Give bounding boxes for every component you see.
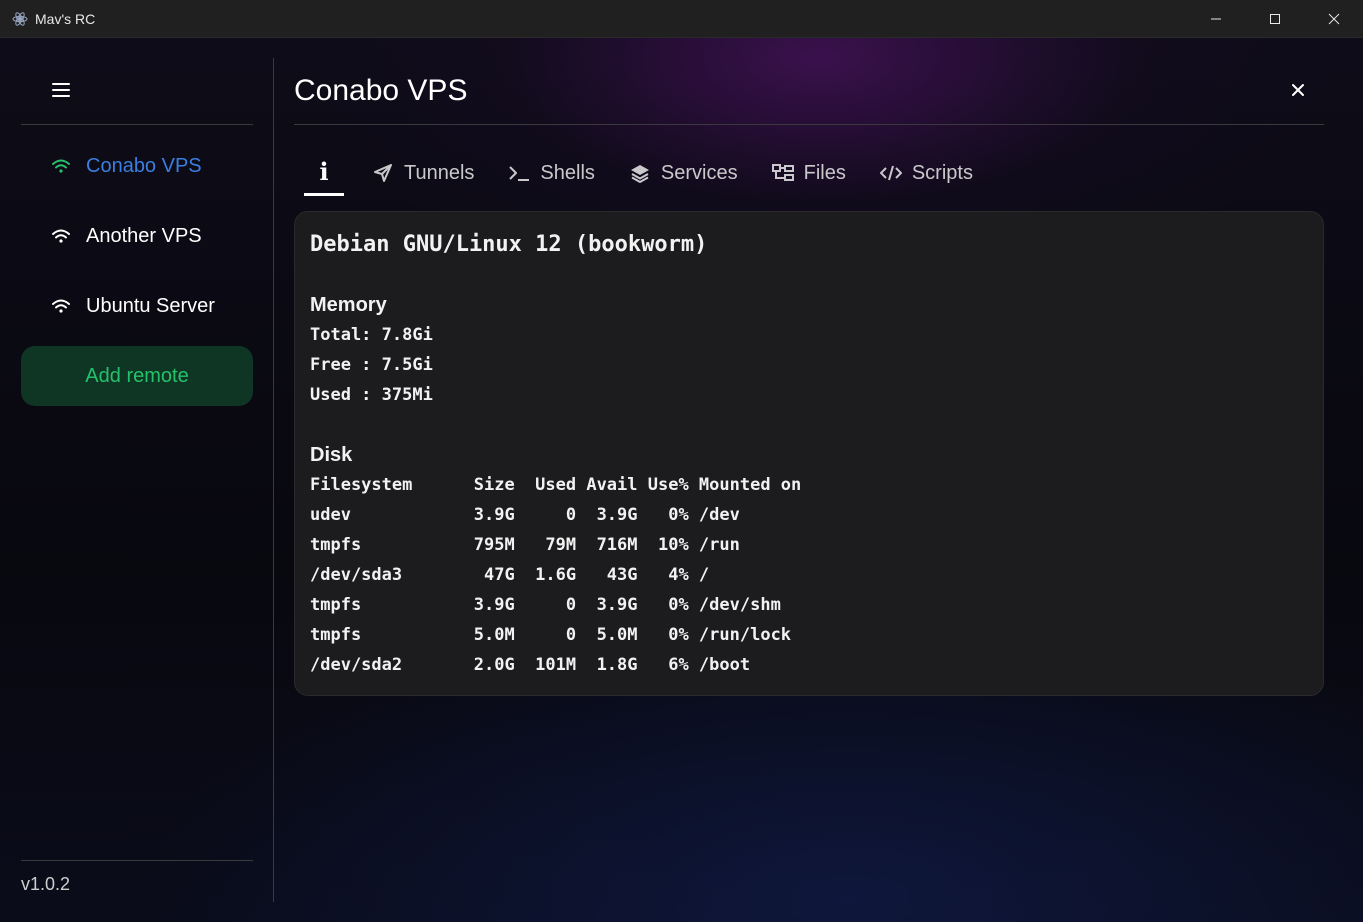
window-close-button[interactable] <box>1304 0 1363 38</box>
wifi-icon <box>52 299 70 313</box>
wifi-icon <box>52 229 70 243</box>
tab-tunnels[interactable]: Tunnels <box>372 150 474 196</box>
add-remote-button[interactable]: Add remote <box>21 346 253 406</box>
disk-header-row: Filesystem Size Used Avail Use% Mounted … <box>310 475 802 495</box>
sidebar-item-another-vps[interactable]: Another VPS <box>21 206 253 266</box>
disk-row: tmpfs 3.9G 0 3.9G 0% /dev/shm <box>310 595 781 615</box>
info-icon: i <box>319 157 329 186</box>
close-icon <box>1292 84 1304 96</box>
close-remote-button[interactable] <box>1288 80 1308 100</box>
maximize-icon <box>1269 14 1280 24</box>
sidebar-item-ubuntu-server[interactable]: Ubuntu Server <box>21 276 253 336</box>
tab-bar: i Tunnels Shells Services Files Scripts <box>304 150 1007 196</box>
tab-label: Shells <box>540 161 595 184</box>
minimize-icon <box>1210 18 1221 20</box>
sidebar: Conabo VPS Another VPS Ubuntu Server Add… <box>21 38 253 922</box>
tab-files[interactable]: Files <box>771 150 846 196</box>
page-title: Conabo VPS <box>294 74 468 107</box>
tab-label: Tunnels <box>404 161 475 184</box>
memory-line: Used : 375Mi <box>310 385 433 405</box>
sidebar-item-label: Another VPS <box>86 224 202 247</box>
sidebar-item-label: Ubuntu Server <box>86 294 215 317</box>
code-icon <box>879 162 902 184</box>
close-icon <box>1328 13 1339 25</box>
wifi-icon <box>52 159 70 173</box>
maximize-button[interactable] <box>1245 0 1304 38</box>
header-divider <box>294 124 1324 125</box>
info-panel: Debian GNU/Linux 12 (bookworm) Memory To… <box>294 211 1324 696</box>
disk-row: tmpfs 795M 79M 716M 10% /run <box>310 535 740 555</box>
sidebar-item-label: Conabo VPS <box>86 154 202 177</box>
disk-title: Disk <box>310 444 353 466</box>
window-controls <box>1186 0 1363 38</box>
memory-line: Total: 7.8Gi <box>310 325 433 345</box>
disk-row: tmpfs 5.0M 0 5.0M 0% /run/lock <box>310 625 792 645</box>
hamburger-menu-icon[interactable] <box>52 82 70 98</box>
tab-label: Scripts <box>911 161 973 184</box>
sidebar-separator <box>273 58 274 902</box>
disk-row: /dev/sda3 47G 1.6G 43G 4% / <box>310 565 710 585</box>
tab-scripts[interactable]: Scripts <box>879 150 973 196</box>
terminal-icon <box>508 162 530 184</box>
tab-services[interactable]: Services <box>629 150 738 196</box>
title-bar: Mav's RC <box>0 0 1363 38</box>
app-logo-icon <box>12 11 28 27</box>
window-title: Mav's RC <box>35 10 96 27</box>
memory-title: Memory <box>310 294 387 316</box>
layers-icon <box>629 162 651 184</box>
os-name: Debian GNU/Linux 12 (bookworm) <box>310 232 708 257</box>
tab-label: Services <box>660 161 738 184</box>
sidebar-divider <box>21 124 253 125</box>
memory-line: Free : 7.5Gi <box>310 355 433 375</box>
sidebar-bottom-divider <box>21 860 253 861</box>
tab-shells[interactable]: Shells <box>508 150 595 196</box>
tab-label: Files <box>803 161 846 184</box>
version-label: v1.0.2 <box>21 874 71 894</box>
sidebar-item-conabo-vps[interactable]: Conabo VPS <box>21 136 253 196</box>
tab-info[interactable]: i <box>304 150 344 196</box>
disk-row: udev 3.9G 0 3.9G 0% /dev <box>310 505 740 525</box>
minimize-button[interactable] <box>1186 0 1245 38</box>
disk-row: /dev/sda2 2.0G 101M 1.8G 6% /boot <box>310 655 751 675</box>
send-icon <box>372 162 394 184</box>
folder-tree-icon <box>771 162 794 184</box>
